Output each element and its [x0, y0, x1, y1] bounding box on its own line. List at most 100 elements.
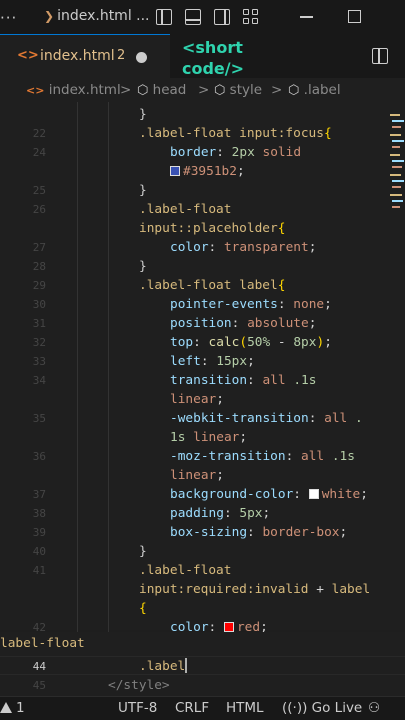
code-line: 38 padding: 5px;	[0, 504, 405, 523]
minimize-icon[interactable]	[300, 16, 313, 18]
breadcrumb-item-label: style	[229, 82, 263, 98]
code-line: 34 transition: all .1s	[0, 371, 405, 390]
breadcrumb-item-label-selector[interactable]: ⬡ .label	[288, 82, 341, 98]
code-text: }	[139, 259, 147, 274]
code-value: red	[236, 620, 261, 632]
line-number: 36	[32, 450, 46, 463]
warnings-count: 1	[16, 700, 25, 716]
status-bar: 1 UTF-8 CRLF HTML ((·)) Go Live ⚇	[0, 696, 405, 720]
breadcrumb-item-head[interactable]: ⬡ head	[137, 82, 186, 98]
code-line: 41 .label-float	[0, 561, 405, 580]
code-text: }	[139, 544, 147, 559]
line-number: 24	[32, 146, 46, 159]
language-mode[interactable]: HTML	[226, 700, 264, 716]
code-selector: .label-float	[139, 278, 232, 293]
warnings-indicator[interactable]: 1	[0, 700, 25, 716]
code-line: 40}	[0, 542, 405, 561]
code-line: 42 color: red;	[0, 618, 405, 632]
window-title-text: index.html ...	[57, 8, 150, 24]
search-chevron-icon: ❯	[44, 9, 55, 23]
toggle-panel-icon[interactable]	[185, 9, 201, 25]
code-selector: .label-float	[139, 126, 232, 141]
code-operator: +	[308, 582, 332, 597]
code-value: none	[293, 297, 325, 312]
line-number: 27	[32, 241, 46, 254]
split-editor-icon[interactable]	[372, 48, 388, 64]
code-value: all	[301, 449, 325, 464]
tab-problem-count: 2	[117, 48, 126, 63]
code-line: 32 top: calc(50% - 8px);	[0, 333, 405, 352]
breadcrumb: <> index.html > ⬡ head > ⬡ style > ⬡ .la…	[0, 78, 405, 102]
unsaved-dot-icon[interactable]	[136, 52, 147, 63]
line-number: 25	[32, 184, 46, 197]
more-menu-icon[interactable]: ···	[0, 9, 17, 27]
line-number: 41	[32, 564, 46, 577]
line-number: 29	[32, 279, 46, 292]
code-line: 25}	[0, 181, 405, 200]
minimap[interactable]	[388, 104, 405, 214]
code-tag: </style>	[108, 678, 170, 693]
code-line: {	[0, 599, 405, 618]
code-property: position	[170, 316, 232, 331]
line-number: 34	[32, 374, 46, 387]
watermark-logo: <short code/>	[182, 37, 262, 79]
encoding-indicator[interactable]: UTF-8	[118, 700, 157, 716]
code-property: left	[170, 354, 201, 369]
breadcrumb-file-label: index.html	[48, 82, 121, 98]
line-number: 28	[32, 260, 46, 273]
tab-index-html[interactable]: <> index.html 2	[0, 34, 170, 78]
code-pseudo: :required:invalid	[177, 582, 309, 597]
code-text: }	[139, 183, 147, 198]
breadcrumb-separator: >	[120, 82, 132, 98]
code-line: 36 -moz-transition: all .1s	[0, 447, 405, 466]
code-line: 1s linear;	[170, 430, 248, 445]
line-number: 45	[32, 679, 46, 692]
line-number: 44	[32, 660, 46, 673]
color-swatch-icon[interactable]	[308, 489, 319, 499]
text-cursor	[185, 658, 188, 673]
code-tag: label	[331, 582, 371, 597]
code-line: input::placeholder{	[139, 221, 286, 236]
color-swatch-icon[interactable]	[223, 622, 234, 632]
code-value: #3951b2	[183, 164, 237, 179]
layout-controls	[156, 9, 259, 25]
code-line: 24 border: 2px solid	[0, 143, 405, 162]
code-property: -moz-transition	[170, 449, 286, 464]
code-editor[interactable]: } 22 .label-float input:focus{ 24 border: …	[0, 102, 405, 632]
current-line[interactable]: 44 .label	[0, 656, 405, 675]
toggle-secondary-sidebar-icon[interactable]	[214, 9, 230, 25]
watermark-line-2: code/>	[182, 59, 245, 78]
line-number: 33	[32, 355, 46, 368]
line-number: 30	[32, 298, 46, 311]
code-line: 31 position: absolute;	[0, 314, 405, 333]
line-number: 26	[32, 203, 46, 216]
window-title[interactable]: ❯ index.html ...	[44, 8, 150, 24]
code-property: background-color	[170, 487, 294, 502]
breadcrumb-file[interactable]: <> index.html	[26, 82, 121, 98]
line-number: 39	[32, 526, 46, 539]
breadcrumb-separator: >	[271, 82, 283, 98]
code-line: }	[0, 105, 405, 124]
code-number: .	[354, 411, 363, 426]
breadcrumb-item-style[interactable]: ⬡ style	[214, 82, 262, 98]
eol-indicator[interactable]: CRLF	[175, 700, 209, 716]
code-line: #3951b2;	[0, 162, 405, 181]
line-number: 22	[32, 127, 46, 140]
color-swatch-icon[interactable]	[170, 166, 180, 176]
code-value: transparent	[223, 240, 309, 255]
broadcast-icon: ((·))	[282, 700, 308, 716]
toggle-primary-sidebar-icon[interactable]	[156, 9, 172, 25]
go-live-button[interactable]: ((·)) Go Live	[282, 700, 362, 716]
code-value: all	[324, 411, 348, 426]
code-value: absolute	[247, 316, 309, 331]
line-number: 37	[32, 488, 46, 501]
breadcrumb-separator: >	[198, 82, 210, 98]
code-line: linear;	[170, 392, 224, 407]
code-selector: .label	[139, 659, 186, 674]
accounts-icon[interactable]: ⚇	[368, 700, 380, 716]
sticky-scroll-header[interactable]: label-float	[0, 632, 405, 658]
code-property: -webkit-transition	[170, 411, 309, 426]
maximize-icon[interactable]	[348, 10, 361, 23]
customize-layout-icon[interactable]	[243, 9, 259, 25]
symbol-cube-icon: ⬡	[214, 83, 226, 98]
